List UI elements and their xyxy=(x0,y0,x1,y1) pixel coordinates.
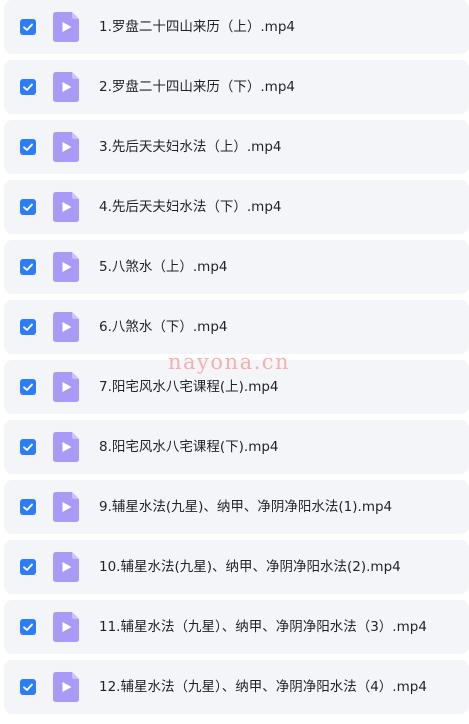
video-file-icon xyxy=(53,672,79,702)
video-file-icon xyxy=(53,492,79,522)
file-row[interactable]: 4.先后天夫妇水法（下）.mp4 xyxy=(4,180,469,234)
checkbox[interactable] xyxy=(20,379,36,395)
checkbox[interactable] xyxy=(20,559,36,575)
checkmark-icon xyxy=(23,83,33,91)
checkbox[interactable] xyxy=(20,679,36,695)
checkbox[interactable] xyxy=(20,619,36,635)
checkmark-icon xyxy=(23,263,33,271)
file-row[interactable]: 1.罗盘二十四山来历（上）.mp4 xyxy=(4,0,469,54)
file-name: 12.辅星水法（九星）、纳甲、净阴净阳水法（4）.mp4 xyxy=(99,679,427,695)
file-row[interactable]: 5.八煞水（上）.mp4 xyxy=(4,240,469,294)
file-name: 1.罗盘二十四山来历（上）.mp4 xyxy=(99,19,295,35)
checkbox[interactable] xyxy=(20,439,36,455)
checkbox[interactable] xyxy=(20,199,36,215)
video-file-icon xyxy=(53,372,79,402)
file-name: 8.阳宅风水八宅课程(下).mp4 xyxy=(99,439,279,455)
checkbox[interactable] xyxy=(20,79,36,95)
video-file-icon xyxy=(53,192,79,222)
file-row[interactable]: 2.罗盘二十四山来历（下）.mp4 xyxy=(4,60,469,114)
checkmark-icon xyxy=(23,323,33,331)
file-name: 4.先后天夫妇水法（下）.mp4 xyxy=(99,199,282,215)
checkmark-icon xyxy=(23,503,33,511)
file-row[interactable]: 9.辅星水法(九星)、纳甲、净阴净阳水法(1).mp4 xyxy=(4,480,469,534)
file-name: 6.八煞水（下）.mp4 xyxy=(99,319,228,335)
file-row[interactable]: 12.辅星水法（九星）、纳甲、净阴净阳水法（4）.mp4 xyxy=(4,660,469,714)
file-row[interactable]: 6.八煞水（下）.mp4 xyxy=(4,300,469,354)
video-file-icon xyxy=(53,132,79,162)
checkbox[interactable] xyxy=(20,139,36,155)
file-name: 5.八煞水（上）.mp4 xyxy=(99,259,228,275)
file-name: 7.阳宅风水八宅课程(上).mp4 xyxy=(99,379,279,395)
video-file-icon xyxy=(53,312,79,342)
checkbox[interactable] xyxy=(20,19,36,35)
checkbox[interactable] xyxy=(20,499,36,515)
checkmark-icon xyxy=(23,563,33,571)
file-name: 3.先后天夫妇水法（上）.mp4 xyxy=(99,139,282,155)
video-file-icon xyxy=(53,72,79,102)
file-row[interactable]: 10.辅星水法(九星)、纳甲、净阴净阳水法(2).mp4 xyxy=(4,540,469,594)
file-list: 1.罗盘二十四山来历（上）.mp4 2.罗盘二十四山来历（下）.mp4 3.先后… xyxy=(0,0,469,724)
video-file-icon xyxy=(53,252,79,282)
checkmark-icon xyxy=(23,623,33,631)
video-file-icon xyxy=(53,612,79,642)
checkbox[interactable] xyxy=(20,259,36,275)
video-file-icon xyxy=(53,432,79,462)
file-name: 2.罗盘二十四山来历（下）.mp4 xyxy=(99,79,295,95)
checkmark-icon xyxy=(23,143,33,151)
video-file-icon xyxy=(53,12,79,42)
file-name: 10.辅星水法(九星)、纳甲、净阴净阳水法(2).mp4 xyxy=(99,559,401,575)
checkmark-icon xyxy=(23,383,33,391)
checkmark-icon xyxy=(23,683,33,691)
checkmark-icon xyxy=(23,443,33,451)
file-row[interactable]: 11.辅星水法（九星）、纳甲、净阴净阳水法（3）.mp4 xyxy=(4,600,469,654)
file-name: 11.辅星水法（九星）、纳甲、净阴净阳水法（3）.mp4 xyxy=(99,619,427,635)
checkbox[interactable] xyxy=(20,319,36,335)
video-file-icon xyxy=(53,552,79,582)
checkmark-icon xyxy=(23,23,33,31)
file-row[interactable]: 8.阳宅风水八宅课程(下).mp4 xyxy=(4,420,469,474)
checkmark-icon xyxy=(23,203,33,211)
watermark: nayona.cn xyxy=(168,350,291,374)
file-row[interactable]: 3.先后天夫妇水法（上）.mp4 xyxy=(4,120,469,174)
file-name: 9.辅星水法(九星)、纳甲、净阴净阳水法(1).mp4 xyxy=(99,499,393,515)
